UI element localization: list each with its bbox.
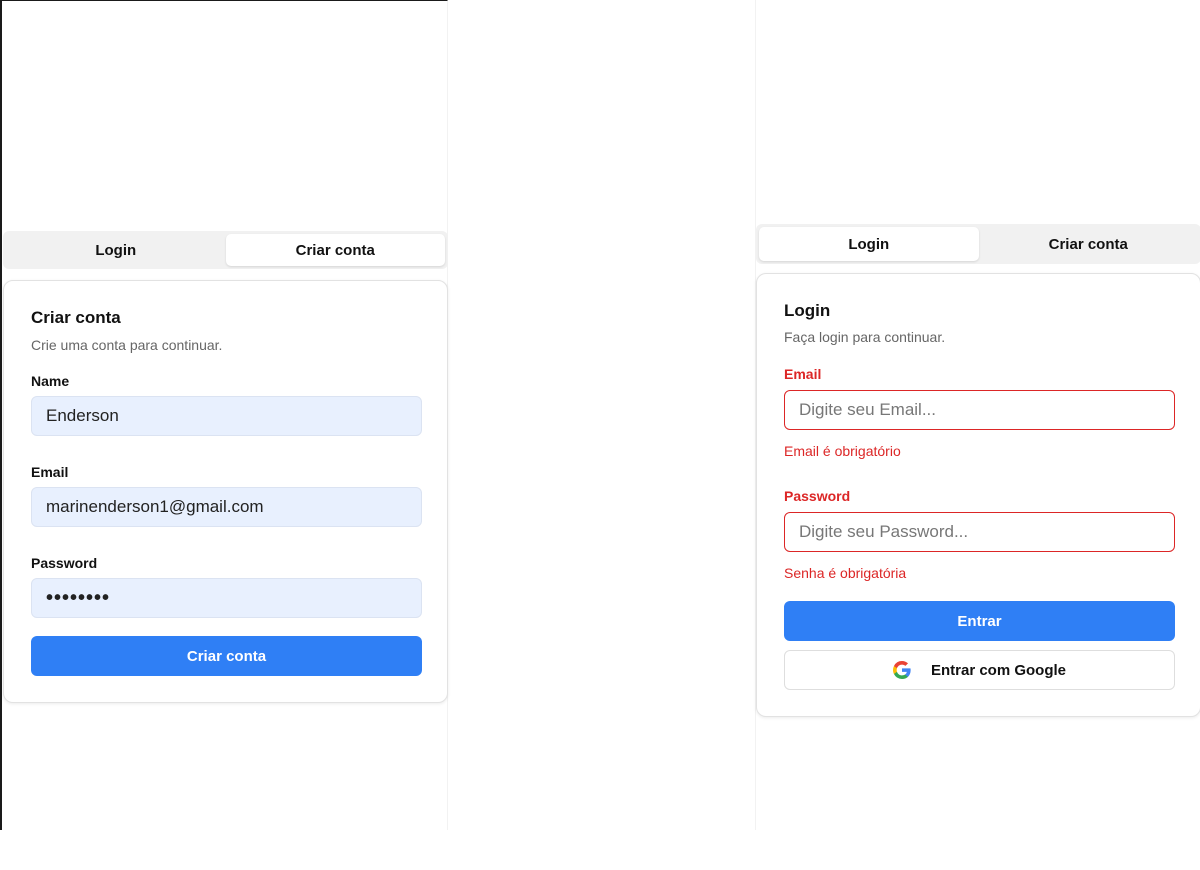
card-title: Criar conta [31, 308, 121, 327]
google-button-label: Entrar com Google [930, 661, 1067, 679]
password-error-message: Senha é obrigatória [784, 565, 907, 581]
tab-login[interactable]: Login [6, 234, 226, 266]
google-signin-button[interactable]: Entrar com Google [784, 650, 1175, 690]
card-title: Login [784, 301, 831, 320]
signup-card: Criar conta Crie uma conta para continua… [3, 280, 448, 703]
name-input-value: Enderson [46, 406, 119, 425]
email-label: Email [31, 464, 69, 480]
auth-tabs: Login Criar conta [756, 224, 1200, 264]
email-input-placeholder: Digite seu Email... [799, 400, 936, 419]
password-input[interactable]: Digite seu Password... [784, 512, 1175, 552]
password-input[interactable]: •••••••• [31, 578, 422, 618]
tab-criar-conta[interactable]: Criar conta [225, 234, 445, 266]
login-card: Login Faça login para continuar. Email D… [756, 273, 1200, 717]
google-icon [892, 661, 911, 679]
card-subtitle: Crie uma conta para continuar. [31, 337, 223, 353]
criar-conta-button[interactable]: Criar conta [31, 636, 422, 676]
email-label: Email [784, 366, 822, 382]
tab-login[interactable]: Login [759, 227, 979, 261]
password-input-value: •••••••• [46, 586, 111, 609]
email-error-message: Email é obrigatório [784, 443, 901, 459]
signup-panel: Login Criar conta Criar conta Crie uma c… [0, 0, 448, 830]
email-input[interactable]: marinenderson1@gmail.com [31, 487, 422, 527]
card-subtitle: Faça login para continuar. [784, 329, 946, 345]
tab-criar-conta[interactable]: Criar conta [979, 227, 1199, 261]
password-label: Password [31, 555, 98, 571]
auth-tabs: Login Criar conta [3, 231, 448, 269]
login-panel: Login Criar conta Login Faça login para … [755, 0, 1200, 830]
name-label: Name [31, 373, 70, 389]
entrar-button[interactable]: Entrar [784, 601, 1175, 641]
email-input[interactable]: Digite seu Email... [784, 390, 1175, 430]
name-input[interactable]: Enderson [31, 396, 422, 436]
password-input-placeholder: Digite seu Password... [799, 522, 969, 541]
email-input-value: marinenderson1@gmail.com [46, 497, 264, 516]
password-label: Password [784, 488, 851, 504]
